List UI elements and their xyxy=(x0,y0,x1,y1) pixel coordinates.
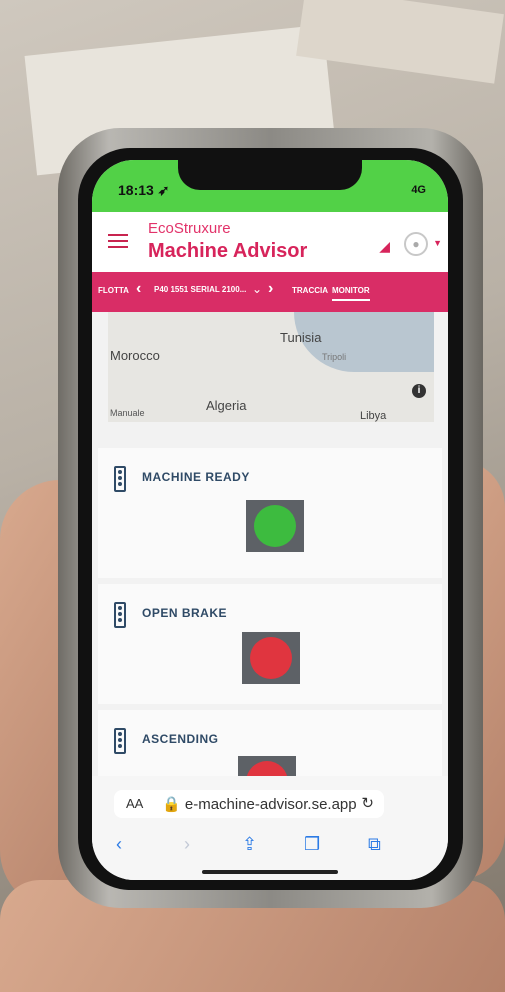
status-network: 4G xyxy=(411,184,426,196)
map-label-tripoli: Tripoli xyxy=(322,352,347,362)
machine-selector[interactable]: P40 1551 SERIAL 2100... xyxy=(154,285,246,294)
map-mode-label: Manuale xyxy=(110,408,145,418)
brand-logo: EcoStruxure xyxy=(148,220,231,237)
text-size-button[interactable]: AA xyxy=(126,796,143,811)
status-lamp-green xyxy=(254,505,296,547)
traffic-light-icon xyxy=(114,466,126,492)
megaphone-icon[interactable]: ◢ xyxy=(379,238,390,255)
signal-title: OPEN BRAKE xyxy=(142,606,228,620)
address-bar[interactable]: AA 🔒 e-machine-advisor.se.app ↻ xyxy=(114,790,384,818)
signal-title: ASCENDING xyxy=(142,732,219,746)
signal-lamp-box xyxy=(242,632,300,684)
reload-icon[interactable]: ↻ xyxy=(361,794,374,812)
url-value: e-machine-advisor.se.app xyxy=(184,796,357,813)
app-header: EcoStruxure Machine Advisor ◢ ● ▼ xyxy=(92,212,448,272)
signal-lamp-box xyxy=(246,500,304,552)
url-text: 🔒 e-machine-advisor.se.app xyxy=(162,795,357,813)
status-time: 18:13 ➶ xyxy=(118,182,170,198)
user-icon[interactable]: ● xyxy=(404,232,428,256)
signal-title: MACHINE READY xyxy=(142,470,250,484)
chevron-down-icon[interactable]: ⌄ xyxy=(252,282,262,296)
map-label-algeria: Algeria xyxy=(206,398,247,413)
status-lamp-red xyxy=(250,637,292,679)
forward-icon[interactable]: › xyxy=(184,834,190,855)
signal-card-open-brake: OPEN BRAKE xyxy=(98,584,442,704)
signal-card-machine-ready: MACHINE READY xyxy=(98,448,442,578)
fleet-link[interactable]: FLOTTA xyxy=(98,286,129,295)
share-icon[interactable]: ⇪ xyxy=(242,834,257,855)
map-label-morocco: Morocco xyxy=(110,348,160,363)
notch xyxy=(178,160,362,190)
browser-toolbar: AA 🔒 e-machine-advisor.se.app ↻ ‹ › ⇪ ❒ … xyxy=(92,776,448,880)
traffic-light-icon xyxy=(114,602,126,628)
app-title: Machine Advisor xyxy=(148,240,308,262)
machine-nav-bar: FLOTTA ‹ P40 1551 SERIAL 2100... ⌄ › TRA… xyxy=(92,272,448,312)
home-indicator[interactable] xyxy=(202,870,338,874)
tab-traccia[interactable]: TRACCIA xyxy=(292,286,328,295)
tab-monitor[interactable]: MONITOR xyxy=(332,286,370,301)
signal-card-ascending: ASCENDING xyxy=(98,710,442,808)
chevron-down-icon[interactable]: ▼ xyxy=(433,238,442,248)
menu-icon[interactable] xyxy=(108,234,128,252)
map-label-libya: Libya xyxy=(360,410,387,422)
back-icon[interactable]: ‹ xyxy=(116,834,122,855)
info-icon[interactable]: i xyxy=(412,384,426,398)
previous-machine-icon[interactable]: ‹ xyxy=(136,280,141,298)
lock-icon: 🔒 xyxy=(162,796,181,813)
tabs-icon[interactable]: ⧉ xyxy=(368,834,381,855)
traffic-light-icon xyxy=(114,728,126,754)
bookmarks-icon[interactable]: ❒ xyxy=(304,834,320,855)
location-map[interactable]: Tunisia Tripoli Morocco Algeria Libya i … xyxy=(108,312,434,422)
next-machine-icon[interactable]: › xyxy=(268,280,273,298)
phone-screen: 18:13 ➶ 4G EcoStruxure Machine Advisor ◢… xyxy=(92,160,448,880)
map-label-tunisia: Tunisia xyxy=(280,330,322,345)
